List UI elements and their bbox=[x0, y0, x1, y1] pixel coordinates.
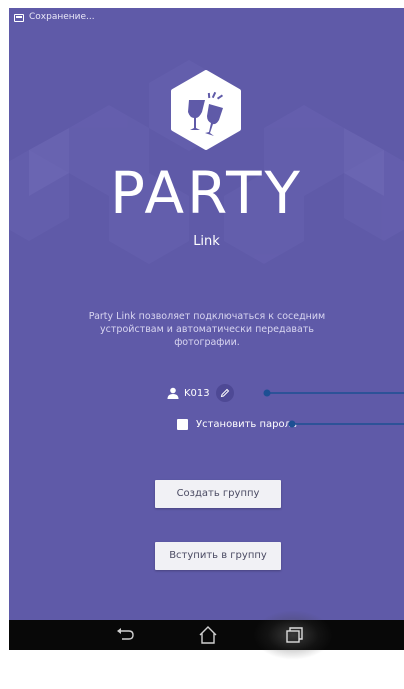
recents-icon[interactable] bbox=[283, 625, 305, 645]
back-icon[interactable] bbox=[114, 625, 136, 645]
user-name: K013 bbox=[184, 387, 210, 399]
set-password-label: Установить пароль bbox=[196, 419, 297, 430]
app-description: Party Link позволяет подключаться к сосе… bbox=[67, 310, 347, 349]
screenshot-icon bbox=[14, 14, 24, 22]
description-line: фотографии. bbox=[174, 337, 240, 348]
status-bar: Сохранение... bbox=[9, 8, 404, 28]
app-subtitle: Link bbox=[193, 234, 220, 249]
set-password-row[interactable]: Установить пароль bbox=[177, 419, 297, 430]
edit-name-button[interactable] bbox=[215, 384, 234, 402]
status-text: Сохранение... bbox=[29, 12, 95, 22]
description-line: устройствам и автоматически передавать bbox=[100, 324, 314, 335]
pencil-icon bbox=[220, 388, 229, 398]
device-frame: Сохранение... PARTY Link Party Link позв… bbox=[0, 0, 404, 689]
party-link-logo bbox=[171, 70, 241, 150]
app-title: PARTY bbox=[110, 159, 303, 227]
user-row: K013 bbox=[167, 384, 234, 402]
person-icon bbox=[167, 387, 179, 399]
join-group-button[interactable]: Вступить в группу bbox=[155, 542, 281, 570]
description-line: Party Link позволяет подключаться к сосе… bbox=[88, 311, 326, 322]
app-screen: Сохранение... PARTY Link Party Link позв… bbox=[9, 8, 404, 620]
home-icon[interactable] bbox=[197, 625, 219, 645]
set-password-checkbox[interactable] bbox=[177, 419, 188, 430]
navigation-bar bbox=[9, 610, 404, 660]
create-group-button[interactable]: Создать группу bbox=[155, 480, 281, 508]
